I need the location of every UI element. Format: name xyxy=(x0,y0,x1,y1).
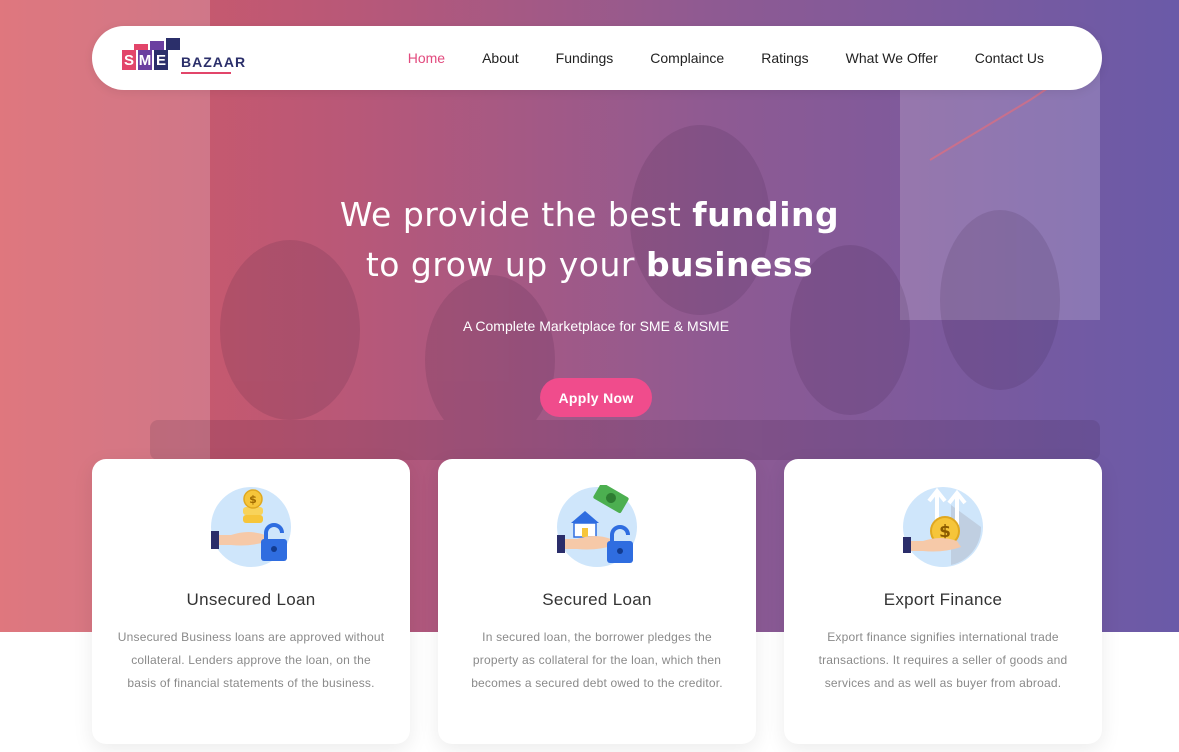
card-description: Export finance signifies international t… xyxy=(818,630,1068,690)
card-description: In secured loan, the borrower pledges th… xyxy=(471,630,723,690)
hero-subtitle: A Complete Marketplace for SME & MSME xyxy=(462,318,730,334)
secured-loan-icon xyxy=(557,485,637,567)
sme-bazaar-logo[interactable]: S M E BAZAAR xyxy=(120,38,245,80)
nav-item-ratings[interactable]: Ratings xyxy=(761,50,808,66)
apply-now-button[interactable]: Apply Now xyxy=(540,378,652,417)
hero-title-line1-bold: funding xyxy=(692,195,840,234)
logo-letter-s: S xyxy=(122,50,136,70)
nav-item-fundings[interactable]: Fundings xyxy=(556,50,614,66)
export-finance-icon: $ xyxy=(903,487,983,567)
nav-item-contact-us[interactable]: Contact Us xyxy=(975,50,1044,66)
card-title: Export Finance xyxy=(883,590,1003,609)
logo-text: BAZAAR xyxy=(181,54,247,70)
top-navbar: S M E BAZAAR Home About Fundings Complai… xyxy=(92,26,1102,90)
logo-bars-icon xyxy=(134,38,180,50)
hero-title-line1-regular: We provide the best xyxy=(339,195,693,234)
svg-text:$: $ xyxy=(249,493,257,506)
nav-item-about[interactable]: About xyxy=(482,50,519,66)
unsecured-loan-icon: $ xyxy=(211,487,291,567)
hero-title: We provide the best funding to grow up y… xyxy=(0,190,1179,290)
hero-title-line2-bold: business xyxy=(645,245,814,284)
card-secured-loan[interactable]: Secured Loan In secured loan, the borrow… xyxy=(438,459,756,744)
card-description: Unsecured Business loans are approved wi… xyxy=(117,630,385,690)
logo-letter-m: M xyxy=(138,50,152,70)
hero-title-line2-regular: to grow up your xyxy=(365,245,646,284)
nav-item-home[interactable]: Home xyxy=(408,50,445,66)
card-unsecured-loan[interactable]: $ Unsecured Loan Unsecured Business loan… xyxy=(92,459,410,744)
logo-letter-e: E xyxy=(154,50,168,70)
card-title: Secured Loan xyxy=(542,590,652,609)
logo-underline xyxy=(181,72,231,74)
card-export-finance[interactable]: $ Export Finance Export finance signifie… xyxy=(784,459,1102,744)
nav-menu: Home About Fundings Complaince Ratings W… xyxy=(408,26,1044,90)
nav-item-what-we-offer[interactable]: What We Offer xyxy=(846,50,938,66)
card-title: Unsecured Loan xyxy=(186,590,316,609)
nav-item-complaince[interactable]: Complaince xyxy=(650,50,724,66)
